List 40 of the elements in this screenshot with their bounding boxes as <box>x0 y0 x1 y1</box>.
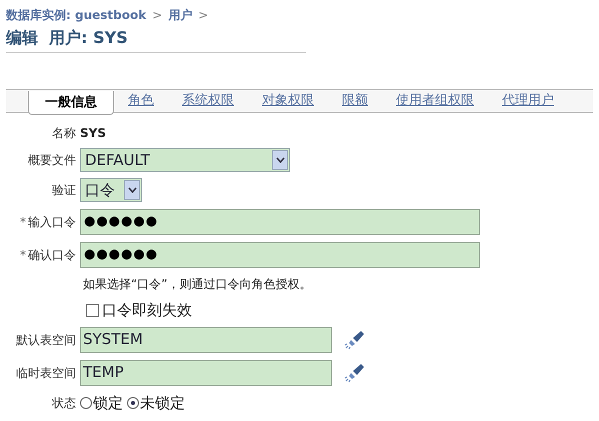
radio-button[interactable] <box>127 397 139 409</box>
radio-label: 未锁定 <box>140 392 185 414</box>
breadcrumb-link[interactable]: 数据库实例: guestbook <box>6 6 146 24</box>
tab[interactable]: 使用者组权限 <box>382 90 488 112</box>
breadcrumb-separator: > <box>152 7 162 24</box>
tab[interactable]: 系统权限 <box>168 90 248 112</box>
select-field[interactable]: DEFAULT <box>80 148 290 172</box>
dropdown-icon[interactable] <box>124 180 140 200</box>
required-mark: * <box>20 246 26 264</box>
checkbox[interactable] <box>86 304 99 316</box>
hint-text: 如果选择“口令”，则通过口令向角色授权。 <box>83 276 312 293</box>
field-label: 概要文件 <box>28 152 76 169</box>
password-field[interactable]: ●●●●●● <box>80 208 480 234</box>
tab[interactable]: 对象权限 <box>248 90 328 112</box>
flashlight-icon[interactable] <box>344 362 366 384</box>
required-mark: * <box>20 214 26 230</box>
tablespace-field[interactable]: SYSTEM <box>80 326 332 352</box>
tab[interactable]: 一般信息 <box>28 91 114 115</box>
field-label: 确认口令 <box>28 246 76 264</box>
radio-button[interactable] <box>80 397 92 409</box>
tab[interactable]: 代理用户 <box>488 90 568 112</box>
tab[interactable]: 角色 <box>114 90 168 112</box>
breadcrumb-link[interactable]: 用户 <box>168 6 192 24</box>
page-title: 编辑 用户: SYS <box>6 28 128 47</box>
field-label: 临时表空间 <box>16 364 76 382</box>
field-label: 名称 <box>52 125 76 142</box>
field-label: 状态 <box>52 395 76 412</box>
tablespace-field[interactable]: TEMP <box>80 360 332 386</box>
password-field[interactable]: ●●●●●● <box>80 242 480 268</box>
radio-label: 锁定 <box>93 392 123 414</box>
dropdown-icon[interactable] <box>272 150 288 170</box>
field-label: 验证 <box>52 182 76 199</box>
select-field[interactable]: 口令 <box>80 178 142 202</box>
field-label: 输入口令 <box>28 214 76 230</box>
tab[interactable]: 限额 <box>328 90 382 112</box>
field-label: 默认表空间 <box>16 332 76 348</box>
breadcrumb-separator: > <box>198 7 208 24</box>
name-value: SYS <box>80 125 106 142</box>
checkbox-label: 口令即刻失效 <box>102 300 192 321</box>
flashlight-icon[interactable] <box>344 328 366 350</box>
